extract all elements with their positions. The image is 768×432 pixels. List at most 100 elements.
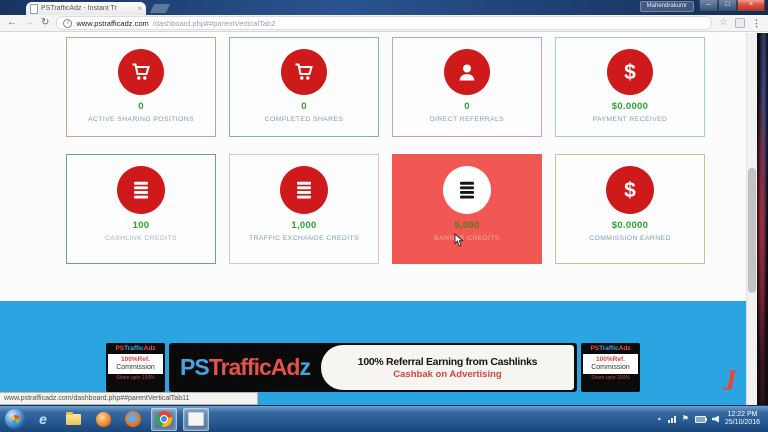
link-status-tooltip: www.pstrafficadz.com/dashboard.php##pare…: [0, 392, 258, 405]
chrome-profile-chip[interactable]: Mahendrakumr: [640, 1, 694, 12]
scrollbar-thumb[interactable]: [748, 168, 756, 293]
main-ad-banner[interactable]: PSTrafficAdz 100% Referral Earning from …: [169, 343, 577, 392]
banner-headline: 100% Referral Earning from Cashlinks: [358, 356, 537, 368]
stat-card[interactable]: 5,000 BANNER CREDITS: [392, 154, 542, 264]
maximize-button[interactable]: □: [718, 0, 737, 11]
stats-row-1: 0 ACTIVE SHARING POSITIONS 0 COMPLETED SHAR…: [66, 37, 705, 137]
taskbar-explorer-icon[interactable]: [61, 409, 85, 430]
cart-icon: [118, 49, 164, 95]
action-center-flag-icon[interactable]: ⚑: [682, 415, 689, 423]
side-ad-left[interactable]: PSTrafficAdz 100%Ref. Commission Share u…: [106, 343, 165, 392]
info-icon[interactable]: i: [63, 19, 72, 28]
stat-value: $0.0000: [612, 220, 648, 231]
url-path: /dashboard.php##parentVerticalTab2: [153, 19, 276, 28]
side-ad-body: 100%Ref. Commission: [108, 354, 163, 374]
app-window-icon: [188, 412, 204, 426]
battery-icon[interactable]: [695, 416, 706, 423]
browser-tab[interactable]: PSTrafficAdz - Instant Tr ×: [26, 2, 146, 15]
stat-label: TRAFFIC EXCHANGE CREDITS: [249, 235, 359, 242]
user-icon: [444, 49, 490, 95]
side-ad-logo: PSTrafficAdz: [590, 345, 630, 353]
speaker-icon[interactable]: [712, 416, 719, 423]
side-ad-right[interactable]: PSTrafficAdz 100%Ref. Commission Share u…: [581, 343, 640, 392]
url-bar[interactable]: i www.pstrafficadz.com/dashboard.php##pa…: [56, 16, 712, 30]
stat-card[interactable]: 0 COMPLETED SHARES: [229, 37, 379, 137]
pstrafficadz-logo: PSTrafficAdz: [169, 343, 321, 392]
bookmark-star-icon[interactable]: ☆: [719, 18, 728, 28]
stat-label: COMPLETED SHARES: [265, 116, 344, 123]
side-ad-ref-line: 100%Ref.: [583, 356, 638, 363]
tab-close-icon[interactable]: ×: [137, 4, 142, 13]
side-ad-commission-line: Commission: [583, 364, 638, 371]
windows-flag-icon: [9, 413, 21, 425]
logo-letter-group: z: [299, 354, 310, 381]
system-tray: ▲ ⚑ 12:22 PM 25/10/2016: [657, 411, 763, 428]
page-scrollbar[interactable]: [746, 33, 757, 406]
taskbar-ie-icon[interactable]: e: [31, 409, 55, 430]
network-signal-icon[interactable]: [668, 416, 676, 423]
stat-label: ACTIVE SHARING POSITIONS: [88, 116, 194, 123]
taskbar-firefox-icon[interactable]: [121, 409, 145, 430]
side-ad-share-line: Share upto 150%: [591, 375, 630, 381]
taskbar-clock[interactable]: 12:22 PM 25/10/2016: [725, 411, 760, 428]
banner-text-panel: 100% Referral Earning from Cashlinks Cas…: [321, 345, 574, 390]
stat-value: 0: [138, 101, 144, 112]
stat-card[interactable]: $ $0.0000 PAYMENT RECEIVED: [555, 37, 705, 137]
folder-icon: [66, 414, 81, 425]
menu-dots-icon[interactable]: ⋮: [752, 19, 761, 28]
stat-value: 5,000: [454, 220, 479, 231]
stat-label: CASHLINK CREDITS: [105, 235, 177, 242]
stat-label: COMMISSION EARNED: [589, 235, 671, 242]
stat-card[interactable]: 0 ACTIVE SHARING POSITIONS: [66, 37, 216, 137]
stat-value: 0: [464, 101, 470, 112]
clock-time: 12:22 PM: [725, 411, 760, 420]
tray-chevron-icon[interactable]: ▲: [657, 416, 662, 422]
stat-card[interactable]: 100CASHLINK CREDITS: [66, 154, 216, 264]
stats-row-2: 100CASHLINK CREDITS 1,000 TRAFFIC EXCHANGE…: [66, 154, 705, 264]
dollar-icon: $: [607, 49, 653, 95]
start-button[interactable]: [5, 409, 25, 429]
minimize-button[interactable]: –: [699, 0, 718, 11]
stat-value: 0: [301, 101, 307, 112]
stat-card[interactable]: 0 DIRECT REFERRALS: [392, 37, 542, 137]
logo-letter-group: Adz: [144, 345, 156, 352]
back-icon[interactable]: ←: [7, 18, 17, 28]
firefox-icon: [125, 411, 141, 427]
logo-letter-group: Traffic: [124, 345, 144, 352]
extension-icon[interactable]: [735, 18, 745, 28]
new-tab-button[interactable]: [150, 4, 170, 13]
logo-letter-group: PS: [115, 345, 124, 352]
logo-letter-group: Ad: [271, 354, 300, 381]
cart-icon: [281, 49, 327, 95]
page-content: 0 ACTIVE SHARING POSITIONS 0 COMPLETED SHAR…: [0, 33, 746, 406]
side-ad-ref-line: 100%Ref.: [108, 356, 163, 363]
stat-label: BANNER CREDITS: [434, 235, 500, 242]
desktop-wallpaper-strip: [757, 33, 768, 406]
stat-label: PAYMENT RECEIVED: [593, 116, 668, 123]
close-button[interactable]: ×: [737, 0, 765, 11]
forward-icon[interactable]: →: [24, 18, 34, 28]
tab-title: PSTrafficAdz - Instant Tr: [41, 5, 134, 12]
stat-card[interactable]: 1,000 TRAFFIC EXCHANGE CREDITS: [229, 154, 379, 264]
stat-label: DIRECT REFERRALS: [430, 116, 504, 123]
taskbar-media-player-icon[interactable]: [91, 409, 115, 430]
logo-letter-group: Adz: [619, 345, 631, 352]
footer-band: PSTrafficAdz 100%Ref. Commission Share u…: [0, 301, 746, 406]
side-ad-body: 100%Ref. Commission: [583, 354, 638, 374]
mouse-cursor-icon: [453, 233, 465, 252]
logo-letter-group: Traffic: [209, 354, 271, 381]
browser-titlebar: PSTrafficAdz - Instant Tr × Mahendrakumr…: [0, 0, 768, 15]
list-icon: [117, 166, 165, 214]
refresh-icon[interactable]: ↻: [41, 18, 49, 28]
side-ad-logo: PSTrafficAdz: [115, 345, 155, 353]
list-icon: [280, 166, 328, 214]
dollar-icon: $: [606, 166, 654, 214]
page-favicon-icon: [30, 4, 38, 14]
stat-card[interactable]: $ $0.0000 COMMISSION EARNED: [555, 154, 705, 264]
taskbar-chrome-icon[interactable]: [151, 408, 177, 431]
stat-value: $0.0000: [612, 101, 648, 112]
taskbar-window-icon[interactable]: [183, 408, 209, 431]
logo-letter-group: Traffic: [599, 345, 619, 352]
stat-value: 1,000: [291, 220, 316, 231]
windows-taskbar: e ▲ ⚑ 12:22 PM 25/10/2016: [0, 405, 768, 432]
